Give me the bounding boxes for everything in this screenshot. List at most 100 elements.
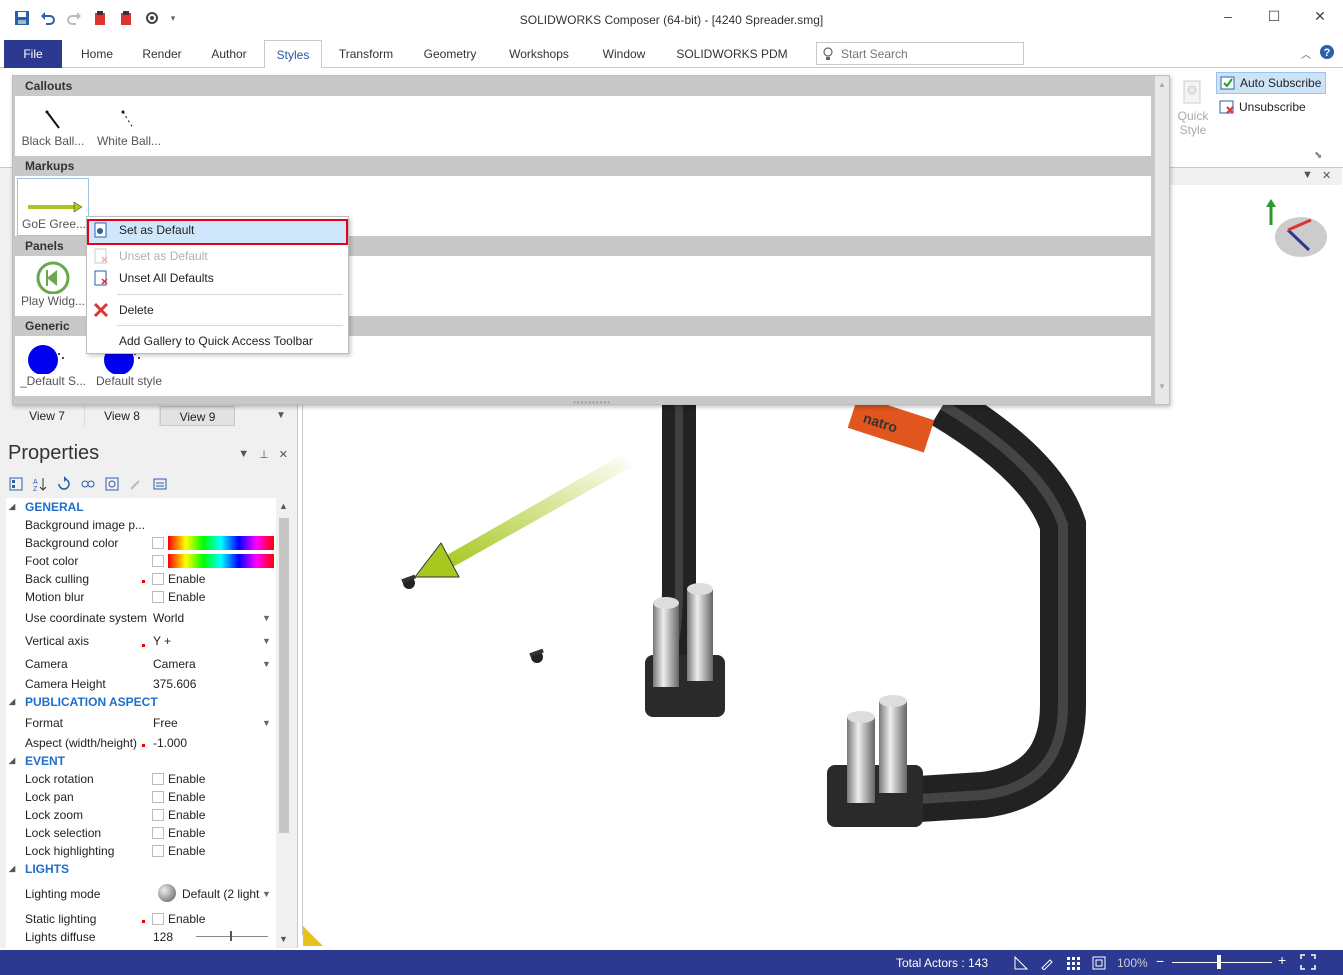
checkbox[interactable]	[152, 809, 164, 821]
scroll-down-icon[interactable]: ▼	[279, 934, 288, 944]
zoom-out-icon[interactable]: −	[1156, 953, 1164, 969]
menu-item-unset-all-defaults[interactable]: Unset All Defaults	[87, 267, 348, 289]
prop-background-image[interactable]: Background image p...	[6, 516, 276, 534]
scrollbar-thumb[interactable]	[279, 518, 289, 833]
prop-aspect[interactable]: Aspect (width/height) -1.000	[6, 734, 276, 752]
axis-triad[interactable]	[1266, 199, 1327, 257]
auto-subscribe-button[interactable]: Auto Subscribe	[1216, 72, 1326, 94]
color-picker[interactable]	[168, 536, 274, 550]
dropdown-arrow-icon[interactable]: ▼	[262, 718, 271, 728]
link-icon[interactable]	[78, 474, 98, 494]
viewport-menu-icon[interactable]: ▼	[1302, 169, 1313, 181]
tab-home[interactable]: Home	[70, 40, 124, 68]
tab-render[interactable]: Render	[134, 40, 190, 68]
tab-file[interactable]: File	[4, 40, 62, 68]
prop-back-culling[interactable]: Back culling Enable	[6, 570, 276, 588]
viewport-resize-grip[interactable]	[303, 926, 323, 946]
frame-icon[interactable]	[1090, 954, 1108, 971]
prop-lock-highlighting[interactable]: Lock highlighting Enable	[6, 842, 276, 860]
help-icon[interactable]: ?	[1319, 44, 1335, 63]
menu-item-delete[interactable]: Delete	[87, 299, 348, 321]
gallery-item-black-ball[interactable]: Black Ball...	[17, 96, 89, 154]
zoom-fit-icon[interactable]	[1300, 954, 1316, 973]
diffuse-slider-thumb[interactable]	[230, 931, 232, 941]
checkbox[interactable]	[152, 773, 164, 785]
scroll-down-icon[interactable]: ▼	[1158, 382, 1166, 391]
zoom-in-icon[interactable]: +	[1278, 952, 1286, 968]
dropdown-arrow-icon[interactable]: ▼	[262, 636, 271, 646]
gallery-item-white-ball[interactable]: White Ball...	[93, 96, 165, 154]
checkbox[interactable]	[152, 913, 164, 925]
refresh-icon[interactable]	[54, 474, 74, 494]
view-tab-8[interactable]: View 8	[85, 406, 160, 426]
prop-background-color[interactable]: Background color	[6, 534, 276, 552]
menu-item-set-as-default[interactable]: Set as Default	[87, 219, 348, 245]
grid-icon[interactable]	[1064, 954, 1082, 971]
section-publication-aspect[interactable]: ◢ PUBLICATION ASPECT	[6, 693, 276, 711]
prop-static-lighting[interactable]: Static lighting Enable	[6, 910, 276, 928]
gallery-item-play-widget[interactable]: Play Widg...	[17, 256, 89, 314]
tab-author[interactable]: Author	[200, 40, 258, 68]
tab-geometry[interactable]: Geometry	[414, 40, 486, 68]
prop-camera-height[interactable]: Camera Height 375.606	[6, 675, 276, 693]
brush-icon[interactable]	[1038, 954, 1056, 971]
minimize-button[interactable]: –	[1205, 0, 1251, 32]
panel-menu-icon[interactable]: ▼	[238, 448, 249, 461]
prop-vertical-axis[interactable]: Vertical axis Y + ▼	[6, 629, 276, 652]
green-arrow-markup[interactable]	[413, 453, 631, 578]
apply-icon[interactable]	[150, 474, 170, 494]
viewport-close-icon[interactable]: ✕	[1322, 169, 1331, 182]
dropdown-arrow-icon[interactable]: ▼	[262, 613, 271, 623]
tab-window[interactable]: Window	[592, 40, 656, 68]
close-panel-icon[interactable]: ✕	[279, 448, 288, 461]
scroll-up-icon[interactable]: ▲	[279, 501, 288, 511]
prop-motion-blur[interactable]: Motion blur Enable	[6, 588, 276, 606]
pin-icon[interactable]: ⊥	[259, 448, 269, 461]
prop-lock-zoom[interactable]: Lock zoom Enable	[6, 806, 276, 824]
ruler-icon[interactable]	[1012, 954, 1030, 971]
maximize-button[interactable]: ☐	[1251, 0, 1297, 32]
categorized-icon[interactable]	[6, 474, 26, 494]
section-general[interactable]: ◢ GENERAL	[6, 498, 276, 516]
section-event[interactable]: ◢ EVENT	[6, 752, 276, 770]
properties-scrollbar[interactable]: ▲ ▼	[276, 498, 292, 948]
search-input[interactable]	[841, 45, 1021, 62]
checkbox[interactable]	[152, 791, 164, 803]
prop-format[interactable]: Format Free ▼	[6, 711, 276, 734]
sort-az-icon[interactable]: AZ	[30, 474, 50, 494]
checkbox[interactable]	[152, 845, 164, 857]
color-picker[interactable]	[168, 554, 274, 568]
view-tab-9[interactable]: View 9	[160, 406, 235, 426]
diffuse-slider[interactable]	[196, 936, 268, 937]
dropdown-arrow-icon[interactable]: ▼	[262, 889, 271, 899]
view-tab-7[interactable]: View 7	[10, 406, 85, 426]
prop-lock-selection[interactable]: Lock selection Enable	[6, 824, 276, 842]
dropdown-arrow-icon[interactable]: ▼	[262, 659, 271, 669]
unsubscribe-button[interactable]: Unsubscribe	[1216, 96, 1326, 118]
tab-transform[interactable]: Transform	[330, 40, 402, 68]
collapse-ribbon-icon[interactable]: ︿	[1301, 46, 1311, 61]
prop-lighting-mode[interactable]: Lighting mode Default (2 light ▼	[6, 878, 276, 910]
scroll-up-icon[interactable]: ▲	[1158, 80, 1166, 89]
zoom-slider-thumb[interactable]	[1217, 955, 1221, 969]
gallery-scrollbar[interactable]: ▲ ▼	[1155, 76, 1169, 404]
prop-foot-color[interactable]: Foot color	[6, 552, 276, 570]
prop-camera[interactable]: Camera Camera ▼	[6, 652, 276, 675]
screw-2[interactable]	[529, 648, 544, 663]
search-box[interactable]	[816, 42, 1024, 65]
tab-workshops[interactable]: Workshops	[498, 40, 580, 68]
gallery-item-goe-green[interactable]: GoE Gree...	[17, 178, 89, 236]
zoom-slider[interactable]	[1172, 962, 1272, 963]
checkbox[interactable]	[152, 591, 164, 603]
section-lights[interactable]: ◢ LIGHTS	[6, 860, 276, 878]
chevron-down-icon[interactable]: ▼	[276, 410, 286, 421]
dialog-launcher-icon[interactable]: ⬊	[1314, 150, 1322, 161]
prop-lock-rotation[interactable]: Lock rotation Enable	[6, 770, 276, 788]
prop-coordinate-system[interactable]: Use coordinate system World ▼	[6, 606, 276, 629]
screw-1[interactable]	[401, 574, 416, 589]
close-button[interactable]: ✕	[1297, 0, 1343, 32]
reset-icon[interactable]	[102, 474, 122, 494]
tab-solidworks-pdm[interactable]: SOLIDWORKS PDM	[670, 40, 794, 68]
quick-style-button[interactable]: Quick Style	[1176, 78, 1210, 137]
gallery-item-default-s[interactable]: _Default S...	[17, 336, 89, 394]
